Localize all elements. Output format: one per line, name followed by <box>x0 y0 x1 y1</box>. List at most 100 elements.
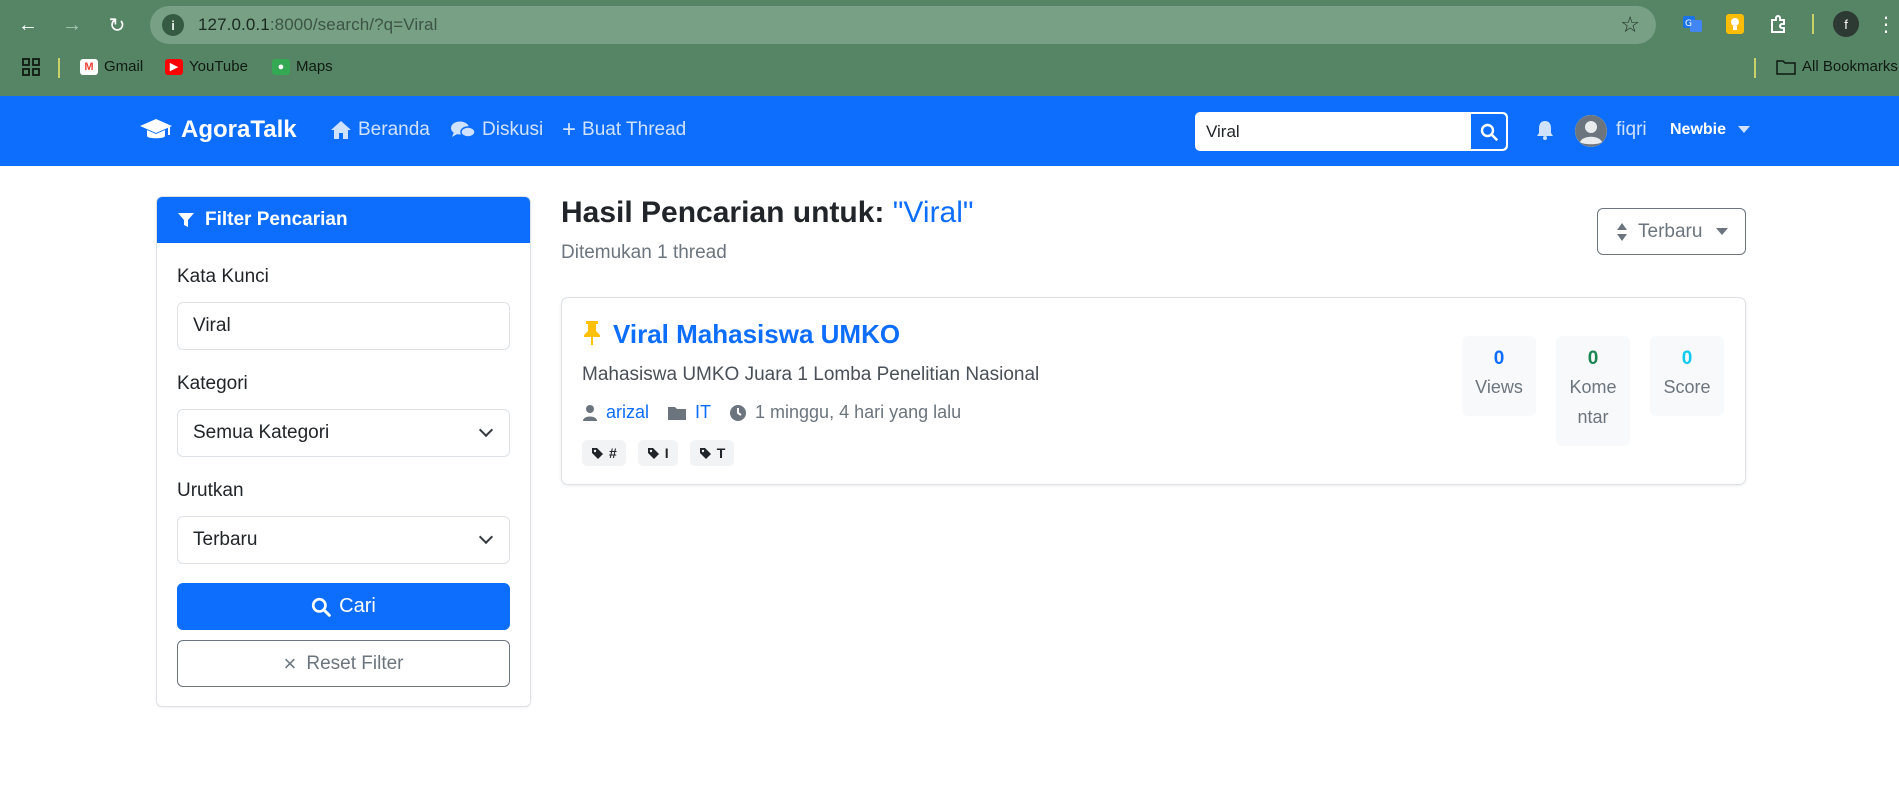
keep-extension-icon[interactable] <box>1722 11 1748 37</box>
views-stat: 0 Views <box>1462 336 1536 416</box>
youtube-icon: ▶ <box>165 58 183 75</box>
navbar-search-button[interactable] <box>1470 113 1507 150</box>
profile-initial: f <box>1844 16 1848 32</box>
results-title-prefix: Hasil Pencarian untuk: <box>561 196 885 229</box>
caret-down-icon <box>1716 228 1729 235</box>
score-stat: 0 Score <box>1650 336 1724 416</box>
nav-buat-thread[interactable]: + Buat Thread <box>562 118 687 142</box>
nav-label: Diskusi <box>482 119 544 140</box>
sort-icon <box>1617 222 1627 241</box>
tag-label: I <box>664 445 669 461</box>
filter-card: Filter Pencarian Kata Kunci Viral Katego… <box>156 196 531 707</box>
tag-icon <box>592 447 603 459</box>
url-path: :8000/search/?q=Viral <box>269 15 438 34</box>
thread-tags: # I T <box>582 440 735 466</box>
site-info-icon[interactable]: i <box>162 14 184 36</box>
address-url[interactable]: 127.0.0.1:8000/search/?q=Viral <box>198 15 437 35</box>
bell-icon[interactable] <box>1536 120 1554 146</box>
reload-icon[interactable]: ↻ <box>101 9 133 41</box>
views-count: 0 <box>1493 348 1505 369</box>
maps-icon: ● <box>272 58 290 75</box>
score-label: Score <box>1663 377 1711 397</box>
browser-menu-icon[interactable]: ⋮ <box>1873 11 1899 37</box>
thread-category-link[interactable]: IT <box>695 402 711 423</box>
reset-button-label: Reset Filter <box>306 652 404 674</box>
user-avatar[interactable] <box>1575 115 1607 147</box>
search-icon <box>312 597 331 617</box>
folder-icon <box>668 406 687 420</box>
tag-badge[interactable]: T <box>689 440 735 466</box>
category-select[interactable]: Semua Kategori <box>177 409 510 457</box>
bookmark-label: Maps <box>296 58 333 75</box>
clock-icon <box>730 404 747 421</box>
sort-dropdown-button[interactable]: Terbaru <box>1597 208 1746 255</box>
tag-label: # <box>609 445 617 461</box>
translate-icon[interactable]: G <box>1680 11 1706 37</box>
tag-icon <box>647 447 659 459</box>
brand-link[interactable]: AgoraTalk <box>139 116 297 144</box>
user-level-badge[interactable]: Newbie <box>1670 121 1726 139</box>
category-value: Semua Kategori <box>193 422 330 443</box>
bookmark-maps[interactable]: ● Maps <box>272 58 333 75</box>
reset-filter-button[interactable]: × Reset Filter <box>177 640 510 687</box>
tag-label: T <box>716 445 726 461</box>
user-circle-icon <box>1575 115 1607 147</box>
nav-label: Buat Thread <box>582 119 687 140</box>
thread-title-link[interactable]: Viral Mahasiswa UMKO <box>613 319 900 350</box>
home-icon <box>331 121 351 139</box>
results-title: Hasil Pencarian untuk: "Viral" <box>561 196 974 230</box>
comments-label-line1: Kome <box>1569 377 1617 397</box>
svg-text:G: G <box>1685 19 1692 29</box>
forward-arrow-icon[interactable]: → <box>56 9 88 41</box>
sort-label: Urutkan <box>177 480 244 501</box>
results-count: Ditemukan 1 thread <box>561 242 727 263</box>
user-name[interactable]: fiqri <box>1616 119 1647 141</box>
score-count: 0 <box>1681 348 1693 369</box>
all-bookmarks[interactable]: All Bookmarks <box>1776 58 1898 75</box>
nav-beranda[interactable]: Beranda <box>330 119 430 141</box>
bookmark-label: Gmail <box>104 58 144 75</box>
filter-header: Filter Pencarian <box>157 197 530 243</box>
bookmark-star-icon[interactable]: ☆ <box>1620 12 1640 38</box>
navbar-search <box>1195 112 1508 151</box>
comments-icon <box>451 121 476 138</box>
chevron-down-icon <box>478 529 494 545</box>
profile-avatar[interactable]: f <box>1833 11 1859 37</box>
results-query: "Viral" <box>892 196 974 229</box>
comments-count: 0 <box>1587 348 1599 369</box>
bookmark-divider <box>1754 58 1756 78</box>
brand-name: AgoraTalk <box>181 116 297 143</box>
pin-icon <box>584 321 600 345</box>
user-icon <box>583 404 597 421</box>
nav-diskusi[interactable]: Diskusi <box>450 119 543 141</box>
toolbar-divider <box>1812 14 1814 34</box>
bookmark-youtube[interactable]: ▶ YouTube <box>165 58 248 75</box>
folder-icon <box>1776 59 1796 75</box>
thread-author-link[interactable]: arizal <box>606 402 649 423</box>
url-host: 127.0.0.1 <box>198 15 270 34</box>
navbar-search-input[interactable] <box>1196 113 1469 150</box>
tag-badge[interactable]: # <box>582 440 626 466</box>
sort-select[interactable]: Terbaru <box>177 516 510 564</box>
search-button[interactable]: Cari <box>177 583 510 630</box>
sort-button-label: Terbaru <box>1638 220 1703 242</box>
chevron-down-icon <box>478 422 494 438</box>
user-dropdown-caret-icon[interactable] <box>1738 126 1750 133</box>
bookmark-label: YouTube <box>189 58 248 75</box>
back-arrow-icon[interactable]: ← <box>12 9 44 41</box>
nav-label: Beranda <box>358 119 430 140</box>
address-bar[interactable]: i 127.0.0.1:8000/search/?q=Viral ☆ <box>150 6 1656 44</box>
tag-badge[interactable]: I <box>637 440 678 466</box>
apps-grid-icon[interactable] <box>22 58 40 76</box>
keyword-value: Viral <box>193 315 231 336</box>
bookmark-divider <box>58 58 60 78</box>
search-icon <box>1480 123 1498 141</box>
extensions-puzzle-icon[interactable] <box>1766 11 1792 37</box>
keyword-input[interactable]: Viral <box>177 302 510 350</box>
bookmark-gmail[interactable]: M Gmail <box>80 58 143 75</box>
sort-value: Terbaru <box>193 529 258 550</box>
views-label: Views <box>1475 377 1523 397</box>
graduation-cap-icon <box>140 119 172 139</box>
thread-description: Mahasiswa UMKO Juara 1 Lomba Penelitian … <box>582 364 1040 385</box>
category-label: Kategori <box>177 373 248 394</box>
